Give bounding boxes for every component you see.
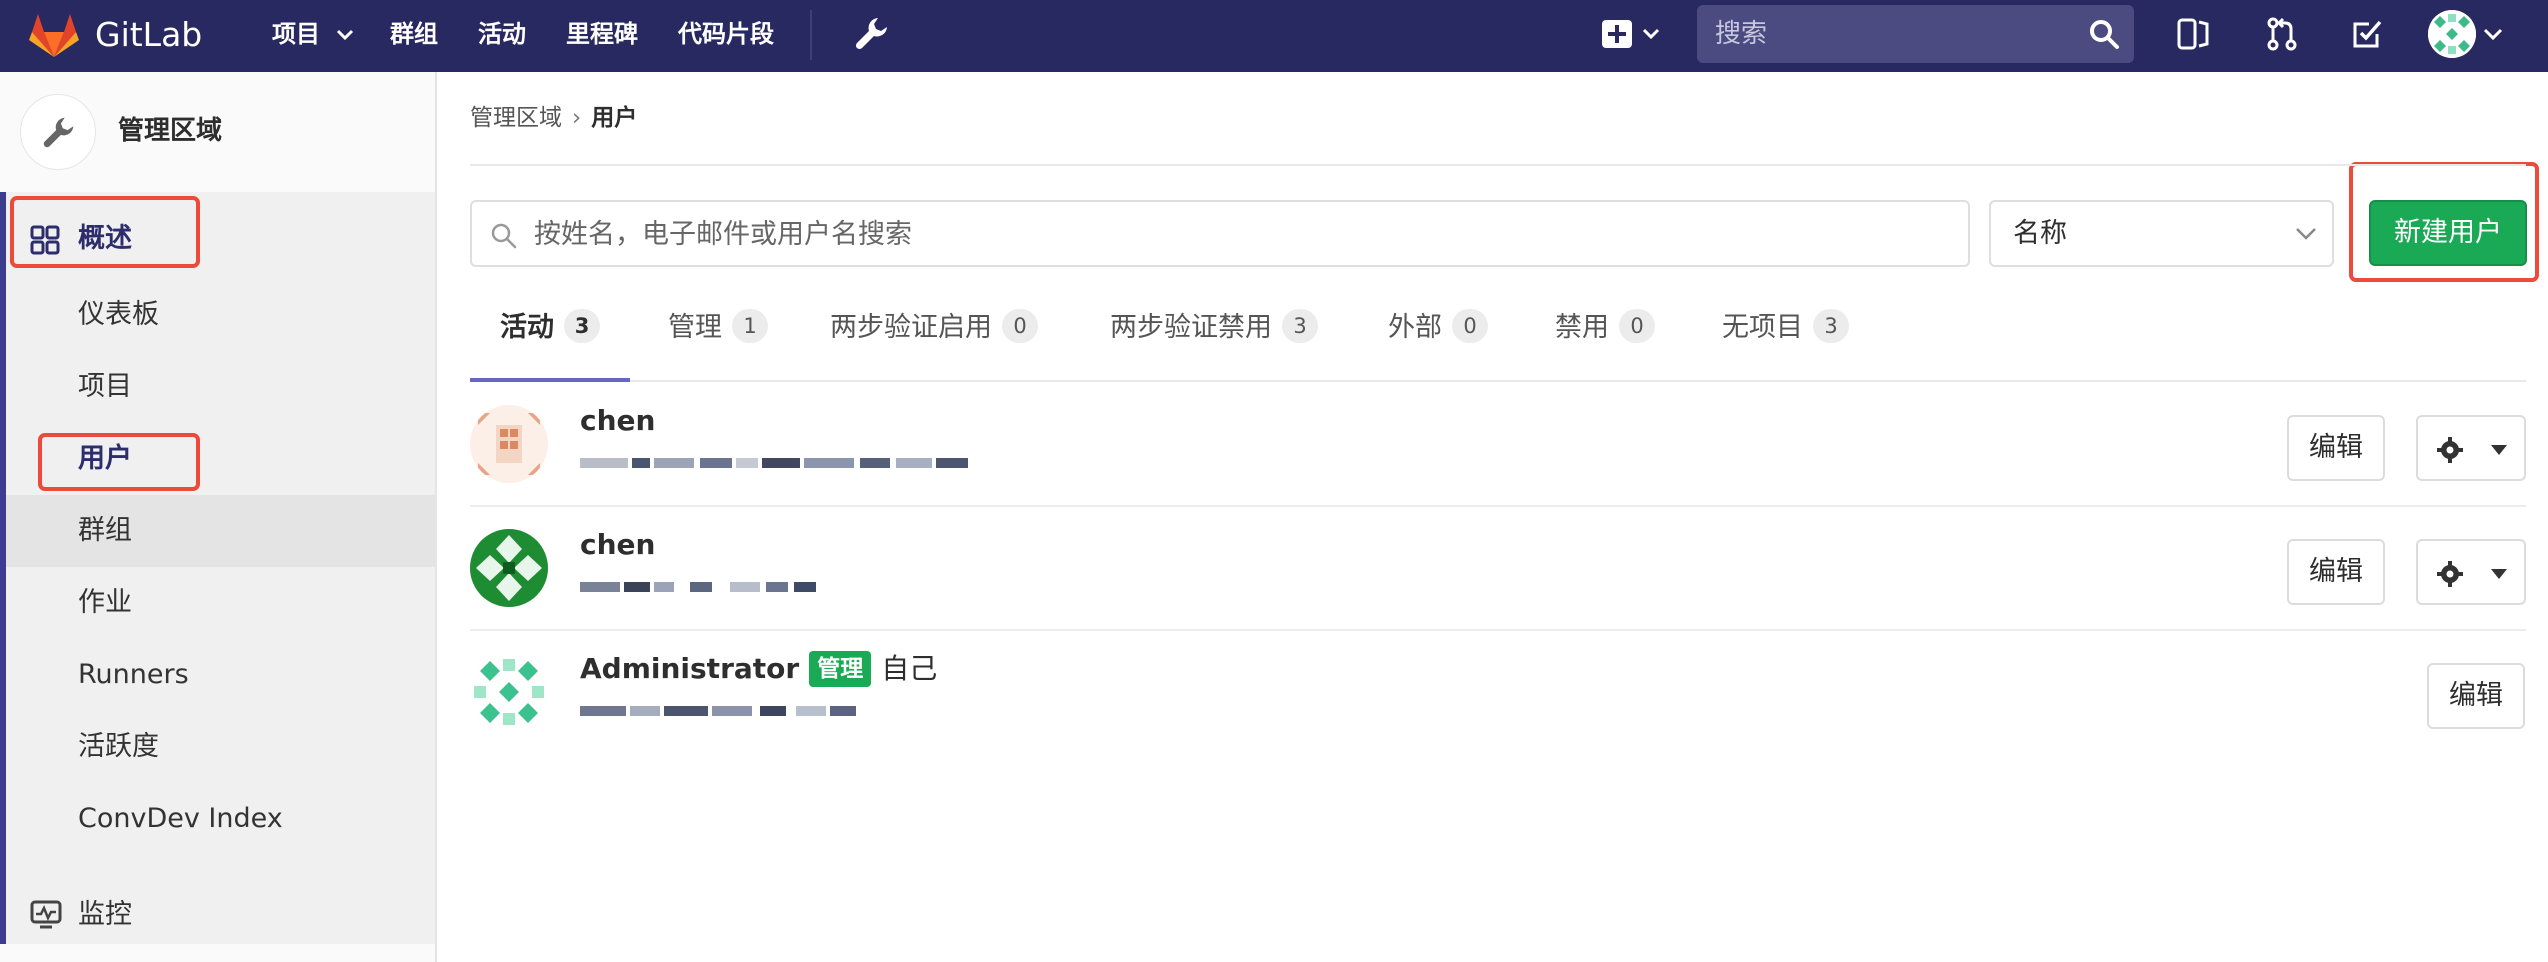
tab-count-badge: 0 — [1452, 309, 1488, 343]
user-row: chen 编辑 — [470, 507, 2526, 631]
tab-active[interactable]: 活动 3 — [470, 298, 630, 382]
tab-label: 无项目 — [1722, 312, 1803, 343]
user-row: Administrator 管理 自己 编辑 — [470, 631, 2526, 755]
sidebar-item-activity[interactable]: 活跃度 — [78, 730, 159, 764]
context-avatar — [20, 94, 96, 170]
user-name[interactable]: Administrator — [580, 652, 799, 685]
avatar-identicon-icon — [2428, 10, 2476, 58]
wrench-icon[interactable] — [852, 14, 892, 54]
tab-label: 两步验证禁用 — [1110, 312, 1272, 343]
nav-divider — [810, 10, 812, 60]
user-name[interactable]: chen — [580, 527, 655, 563]
user-search-input[interactable]: 按姓名，电子邮件或用户名搜索 — [470, 200, 1970, 267]
tab-count-badge: 0 — [1619, 309, 1655, 343]
edit-user-button[interactable]: 编辑 — [2287, 415, 2385, 481]
caret-down-icon — [2491, 445, 2507, 455]
tab-label: 管理 — [668, 312, 722, 343]
gitlab-logo-icon[interactable] — [28, 10, 80, 60]
sidebar-item-label: 监控 — [78, 899, 132, 930]
tab-count-badge: 3 — [564, 309, 600, 343]
new-user-button[interactable]: 新建用户 — [2369, 200, 2527, 266]
global-search-input[interactable]: 搜索 — [1697, 5, 2134, 63]
user-filter-tabs: 活动 3 管理 1 两步验证启用 0 两步验证禁用 3 外部 0 禁用 0 无项目 3 — [470, 298, 2526, 382]
nav-item-activity[interactable]: 活动 — [478, 18, 526, 50]
user-settings-dropdown[interactable] — [2416, 415, 2526, 481]
sidebar-context-header[interactable]: 管理区域 — [0, 72, 435, 192]
email-redacted — [580, 582, 816, 592]
tab-label: 外部 — [1388, 312, 1442, 343]
sidebar-item-dashboard[interactable]: 仪表板 — [78, 298, 159, 332]
tab-count-badge: 0 — [1002, 309, 1038, 343]
sidebar-item-projects[interactable]: 项目 — [78, 370, 132, 404]
annotation-highlight-overview — [10, 196, 200, 268]
gear-icon — [2437, 437, 2463, 463]
nav-item-snippets[interactable]: 代码片段 — [678, 18, 774, 50]
avatar-identicon-icon — [470, 529, 548, 607]
search-icon — [2090, 20, 2119, 49]
plus-square-icon[interactable] — [1600, 14, 1672, 54]
email-redacted — [580, 458, 968, 468]
sidebar-item-runners[interactable]: Runners — [78, 658, 189, 692]
sidebar-item-convdev-index[interactable]: ConvDev Index — [78, 802, 283, 836]
avatar[interactable] — [470, 529, 548, 607]
gear-icon — [2437, 561, 2463, 587]
tab-label: 活动 — [500, 312, 554, 343]
avatar[interactable] — [2428, 10, 2476, 58]
email-redacted — [580, 706, 856, 716]
chevron-down-icon — [2296, 228, 2316, 240]
user-settings-dropdown[interactable] — [2416, 539, 2526, 605]
sort-dropdown[interactable]: 名称 — [1989, 200, 2334, 267]
tab-external[interactable]: 外部 0 — [1388, 298, 1488, 382]
todo-check-icon[interactable] — [2347, 14, 2387, 54]
nav-item-projects[interactable]: 项目 — [272, 18, 354, 50]
breadcrumb: 管理区域 › 用户 — [470, 102, 637, 134]
tab-label: 两步验证启用 — [830, 312, 992, 343]
tab-admins[interactable]: 管理 1 — [668, 298, 768, 382]
sidebar-item-groups[interactable]: 群组 — [78, 514, 132, 548]
search-placeholder: 搜索 — [1715, 19, 1768, 49]
tab-blocked[interactable]: 禁用 0 — [1555, 298, 1655, 382]
divider — [470, 164, 2526, 166]
tab-count-badge: 3 — [1813, 309, 1849, 343]
user-name-line: Administrator 管理 自己 — [580, 651, 937, 687]
search-placeholder: 按姓名，电子邮件或用户名搜索 — [534, 219, 912, 250]
monitor-icon — [30, 900, 62, 929]
admin-badge: 管理 — [809, 651, 872, 687]
brand-name[interactable]: GitLab — [95, 15, 202, 55]
avatar-identicon-icon — [470, 653, 548, 731]
annotation-highlight-users — [38, 433, 200, 491]
nav-item-label: 项目 — [272, 20, 320, 48]
breadcrumb-current: 用户 — [591, 105, 638, 131]
nav-item-milestones[interactable]: 里程碑 — [566, 18, 638, 50]
tab-count-badge: 3 — [1282, 309, 1318, 343]
chevron-down-icon — [337, 29, 354, 41]
tab-2fa-enabled[interactable]: 两步验证启用 0 — [830, 298, 1038, 382]
edit-user-button[interactable]: 编辑 — [2427, 663, 2525, 729]
self-label: 自己 — [881, 652, 938, 685]
caret-down-icon — [2491, 569, 2507, 579]
sidebar-item-jobs[interactable]: 作业 — [78, 586, 132, 620]
sidebar-active-item-bg — [6, 495, 435, 567]
tab-count-badge: 1 — [732, 309, 768, 343]
tab-without-projects[interactable]: 无项目 3 — [1722, 298, 1849, 382]
wrench-icon — [43, 117, 74, 148]
avatar-identicon-icon — [470, 405, 548, 483]
avatar[interactable] — [470, 653, 548, 731]
avatar[interactable] — [470, 405, 548, 483]
user-row: chen 编辑 — [470, 383, 2526, 507]
user-name[interactable]: chen — [580, 403, 655, 439]
search-icon — [491, 223, 517, 249]
breadcrumb-separator: › — [572, 105, 582, 131]
merge-request-icon[interactable] — [2262, 14, 2302, 54]
tab-2fa-disabled[interactable]: 两步验证禁用 3 — [1110, 298, 1318, 382]
sort-selected-value: 名称 — [2013, 218, 2067, 249]
breadcrumb-parent-link[interactable]: 管理区域 — [470, 105, 562, 131]
top-navbar: GitLab 项目 群组 活动 里程碑 代码片段 搜索 — [0, 0, 2548, 72]
chevron-down-icon[interactable] — [2483, 24, 2503, 44]
tab-label: 禁用 — [1555, 312, 1609, 343]
context-title: 管理区域 — [118, 116, 223, 146]
edit-user-button[interactable]: 编辑 — [2287, 539, 2385, 605]
nav-item-groups[interactable]: 群组 — [390, 18, 438, 50]
sidebar-toggle-icon[interactable] — [2173, 14, 2213, 54]
